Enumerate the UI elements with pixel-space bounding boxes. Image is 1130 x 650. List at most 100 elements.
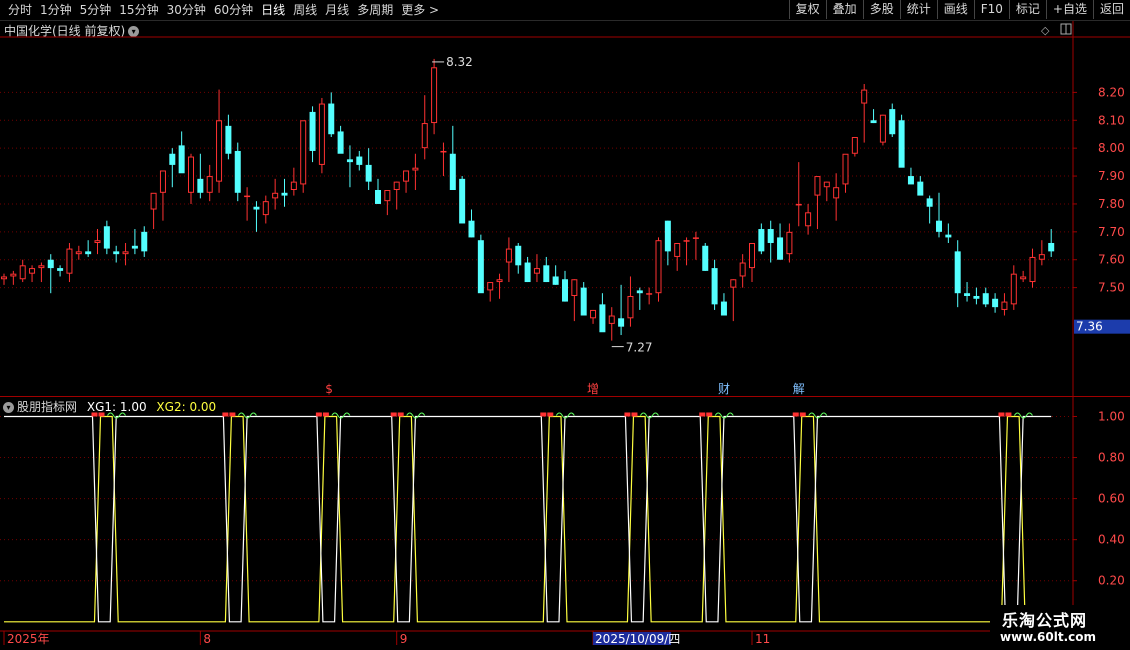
high-price-label: 8.32 — [446, 55, 473, 69]
signal-marker-red — [315, 412, 322, 417]
candle — [122, 242, 129, 266]
candle — [1038, 240, 1045, 266]
candle — [599, 293, 606, 333]
candle-body — [393, 181, 400, 191]
price-tick-label: 7.60 — [1098, 253, 1125, 267]
candle — [870, 109, 877, 124]
candle — [19, 259, 26, 283]
candle-body — [945, 234, 952, 238]
candle-body — [346, 159, 353, 163]
candle-body — [375, 190, 381, 204]
candle-body — [365, 164, 372, 182]
candle — [169, 148, 176, 188]
candle-body — [403, 170, 410, 182]
candle — [805, 203, 812, 235]
candle — [1001, 293, 1008, 316]
candle-body — [683, 240, 690, 242]
candle-body — [468, 220, 475, 238]
candle — [356, 150, 363, 171]
candle — [272, 178, 279, 210]
candle — [879, 114, 886, 146]
price-tick-label: 8.10 — [1098, 113, 1125, 127]
time-axis-label: 2025年 — [7, 632, 50, 646]
candle — [533, 254, 540, 283]
candle — [907, 167, 914, 185]
candle — [431, 58, 438, 135]
xg2-line — [4, 415, 1052, 623]
candle — [982, 287, 989, 308]
candle-body — [459, 178, 466, 224]
candle-body — [786, 231, 793, 255]
candle-body — [590, 309, 597, 319]
candle — [646, 287, 653, 305]
signal-marker-red — [1005, 412, 1012, 417]
candle-body — [833, 187, 840, 199]
price-tick-label: 8.00 — [1098, 141, 1125, 155]
signal-marker-red — [799, 412, 806, 417]
candle — [403, 170, 410, 193]
candle — [1010, 265, 1017, 310]
candle-body — [300, 120, 307, 185]
event-marker: 增 — [587, 382, 599, 396]
candle — [720, 293, 727, 316]
candle — [178, 131, 185, 174]
candle — [66, 242, 73, 283]
candle-body — [421, 123, 428, 149]
candle-body — [1010, 273, 1017, 305]
candle-body — [216, 120, 223, 182]
candle-body — [440, 150, 447, 153]
candle — [627, 276, 634, 327]
time-axis-label: 9 — [400, 632, 408, 646]
candle-body — [309, 111, 316, 151]
candle-body — [159, 170, 166, 193]
candle-body — [627, 295, 634, 319]
candle — [786, 223, 793, 263]
candle — [262, 195, 269, 224]
candle-body — [580, 287, 587, 316]
candle-body — [272, 192, 279, 199]
candle-body — [926, 198, 933, 207]
candle — [898, 114, 905, 168]
candle-body — [253, 206, 260, 210]
candle-body — [290, 181, 297, 191]
candle — [552, 265, 559, 285]
candle — [543, 256, 550, 283]
candle — [421, 95, 428, 160]
candle — [328, 92, 335, 138]
candle-body — [412, 167, 419, 171]
candle — [309, 106, 316, 163]
candle-body — [814, 176, 821, 196]
candle — [113, 245, 120, 263]
candle-body — [178, 145, 185, 174]
candle-body — [29, 268, 36, 274]
candle-body — [328, 103, 335, 135]
price-tick-label: 8.20 — [1098, 85, 1125, 99]
candle-body — [197, 178, 204, 193]
candle — [1, 273, 7, 285]
candle-body — [225, 125, 232, 154]
candle-body — [515, 245, 522, 266]
candle — [477, 234, 484, 294]
kline-chart[interactable]: 7.50 7.60 7.70 7.80 7.90 8.00 8.10 8.20 7.36 8.32… — [0, 0, 1130, 650]
candle-body — [795, 203, 802, 206]
candle — [103, 220, 110, 255]
candle-body — [767, 229, 774, 243]
candle — [150, 192, 157, 230]
candle-body — [281, 192, 288, 196]
candle-body — [777, 237, 784, 260]
candle — [674, 242, 681, 271]
candle-body — [1048, 242, 1055, 252]
candle — [487, 282, 494, 302]
price-tick-label: 7.70 — [1098, 225, 1125, 239]
candle-body — [1038, 254, 1045, 260]
candle — [496, 273, 503, 299]
signal-marker-red — [540, 412, 547, 417]
candle — [964, 282, 971, 302]
candle — [739, 254, 746, 288]
price-tick-label: 7.90 — [1098, 169, 1125, 183]
candle — [823, 181, 830, 202]
candle-body — [131, 245, 138, 249]
candle-body — [655, 240, 662, 294]
candle-body — [188, 156, 194, 193]
candle — [216, 89, 223, 193]
